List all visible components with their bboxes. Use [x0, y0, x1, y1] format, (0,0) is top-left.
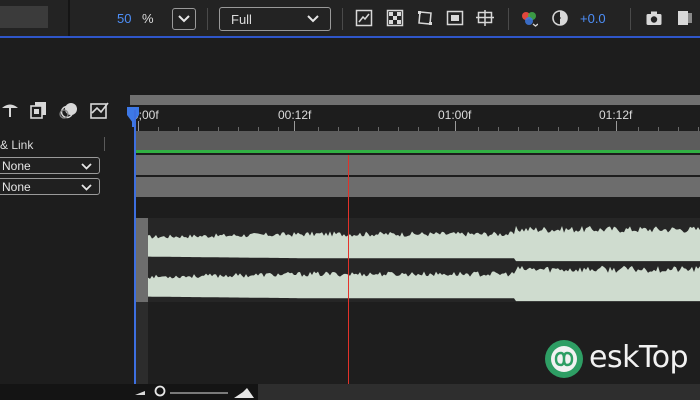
magnification-unit: %	[142, 11, 154, 26]
resolution-select[interactable]: Full	[219, 7, 331, 31]
chevron-down-icon	[81, 184, 92, 191]
parent-select[interactable]: None	[0, 157, 100, 174]
draft-3d-icon[interactable]	[0, 100, 20, 120]
work-area-bar[interactable]	[130, 95, 700, 105]
ruler-tick	[294, 121, 295, 131]
toolbar-separator	[508, 8, 509, 30]
waveform-channel	[148, 225, 700, 262]
ruler-label: 01:12f	[599, 108, 633, 122]
column-separator	[104, 137, 105, 151]
show-snapshot-icon[interactable]	[676, 9, 694, 27]
toolbar-separator	[630, 8, 631, 30]
magnification-dropdown-button[interactable]	[172, 8, 196, 30]
resolution-value: Full	[231, 12, 252, 27]
timeline-navigator-bar[interactable]	[258, 384, 700, 400]
zoom-out-icon[interactable]	[133, 385, 147, 397]
waveform-channel	[148, 265, 700, 302]
parent-link-column-title: & Link	[0, 138, 34, 152]
reset-exposure-icon[interactable]	[551, 9, 569, 27]
desktop-watermark: eskTop	[543, 336, 693, 384]
chevron-down-icon	[178, 15, 190, 23]
ruler-tick	[616, 121, 617, 131]
toolbar-divider	[68, 0, 70, 36]
motion-blur-icon[interactable]	[59, 100, 79, 120]
empty-track-lead	[134, 302, 148, 384]
playhead-handle-icon[interactable]	[124, 107, 142, 127]
ruler-tick	[455, 121, 456, 131]
grid-guides-icon[interactable]	[476, 9, 494, 27]
frame-blending-icon[interactable]	[29, 100, 49, 120]
current-time-indicator[interactable]	[348, 155, 349, 384]
zoom-in-icon[interactable]	[233, 385, 255, 399]
in-point-line	[134, 110, 136, 384]
parent-value: None	[2, 180, 31, 194]
zoom-slider-handle-icon[interactable]	[153, 385, 167, 399]
layer-bar[interactable]	[134, 155, 700, 175]
zoom-slider-track[interactable]	[170, 392, 228, 394]
transparency-grid-icon[interactable]	[386, 9, 404, 27]
chevron-down-icon	[307, 15, 319, 23]
ruler-label: 00:12f	[278, 108, 312, 122]
chevron-down-icon	[81, 163, 92, 170]
parent-value: None	[2, 159, 31, 173]
magnification-value[interactable]: 50	[117, 11, 131, 26]
viewer-toolbar: 50 % Full +0.0	[0, 0, 700, 38]
fast-previews-icon[interactable]	[355, 9, 373, 27]
region-of-interest-icon[interactable]	[446, 9, 464, 27]
watermark-logo-icon	[545, 340, 583, 378]
exposure-value[interactable]: +0.0	[580, 11, 606, 26]
toolbar-separator	[342, 8, 343, 30]
camera-snapshot-icon[interactable]	[645, 9, 663, 27]
parent-select[interactable]: None	[0, 178, 100, 195]
toolbar-left-field[interactable]	[0, 6, 48, 28]
show-channel-icon[interactable]	[520, 9, 538, 27]
toolbar-separator	[207, 8, 208, 30]
layer-bar[interactable]	[134, 177, 700, 197]
watermark-text: eskTop	[589, 340, 689, 375]
mask-visibility-icon[interactable]	[416, 9, 434, 27]
audio-waveform	[148, 225, 700, 302]
graph-editor-icon[interactable]	[89, 100, 109, 120]
ruler-label: 01:00f	[438, 108, 472, 122]
render-bar	[134, 150, 700, 153]
